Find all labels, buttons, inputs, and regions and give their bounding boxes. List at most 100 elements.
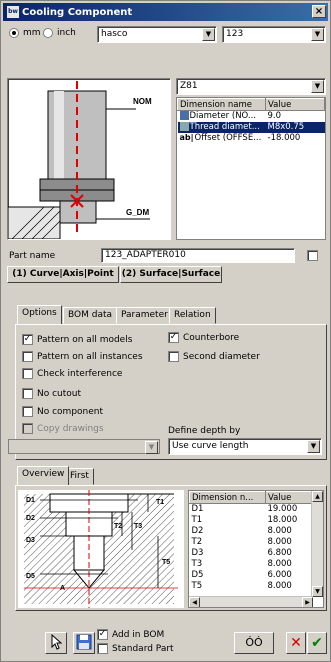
cancel-button[interactable]: ✕ [286, 632, 306, 654]
drawing-label-t1: T1 [156, 499, 164, 506]
dim-value[interactable]: 9.0 [266, 111, 325, 122]
param-name: T1 [191, 515, 203, 525]
horizontal-scrollbar[interactable]: ◀ ▶ [189, 596, 313, 607]
text-icon: ab| [179, 133, 194, 142]
check-interference-label: Check interference [37, 368, 123, 379]
part-name-input[interactable]: 123_ADAPTER010 [101, 248, 295, 263]
table-row[interactable]: T5 8.000 [190, 581, 312, 592]
dimension-row[interactable]: Diameter (NO... 9.0 [178, 111, 325, 122]
chevron-down-icon[interactable]: ▼ [311, 80, 324, 93]
save-button[interactable] [73, 632, 95, 654]
table-row[interactable]: D5 6.000 [190, 570, 312, 581]
chevron-down-icon[interactable]: ▼ [307, 440, 320, 453]
drawing-label-t5: T5 [162, 559, 170, 566]
supplier-value: hasco [101, 29, 128, 39]
add-in-bom-option[interactable]: ✓ Add in BOM [97, 629, 164, 640]
part-name-checkbox[interactable] [307, 250, 318, 261]
pattern-all-instances-checkbox[interactable] [22, 351, 33, 362]
col-value[interactable]: Value [265, 98, 325, 111]
tab-relation[interactable]: Relation [169, 307, 216, 324]
scroll-up-icon[interactable]: ▲ [312, 491, 323, 502]
no-component-checkbox[interactable] [22, 406, 33, 417]
dim-value[interactable]: M8x0.75 [265, 121, 325, 133]
catalog-dropdown[interactable]: 123 ▼ [222, 26, 326, 43]
chevron-down-icon[interactable]: ▼ [145, 441, 158, 454]
param-value[interactable]: 6.000 [266, 570, 312, 581]
add-in-bom-checkbox[interactable]: ✓ [97, 629, 108, 640]
param-value[interactable]: 19.000 [266, 504, 312, 515]
dim-name: Diameter (NO... [189, 111, 257, 122]
part-name-label: Part name [9, 251, 56, 261]
curve-axis-point-button[interactable]: (1) Curve|Axis|Point [7, 266, 119, 283]
no-cutout-checkbox[interactable] [22, 388, 33, 399]
ok-button[interactable]: ✔ [307, 632, 327, 654]
second-diameter-checkbox[interactable] [168, 351, 179, 362]
no-component-label: No component [37, 406, 104, 417]
tab-options[interactable]: Options [17, 305, 62, 324]
unit-mm-radio[interactable] [9, 28, 19, 38]
unit-inch-radio[interactable] [43, 28, 53, 38]
scroll-left-icon[interactable]: ◀ [189, 597, 200, 607]
cooling-adapter-drawing: NOM G_DM [7, 81, 152, 240]
unit-inch-option[interactable]: inch [43, 28, 76, 38]
param-name: T3 [191, 559, 203, 569]
cooling-component-window: bw Cooling Component × mm inch hasco ▼ 1… [0, 0, 331, 662]
col-dimension-name[interactable]: Dimension n... [189, 491, 266, 504]
select-reference-button[interactable] [45, 632, 67, 654]
scroll-right-icon[interactable]: ▶ [302, 597, 313, 607]
param-value[interactable]: 8.000 [266, 581, 312, 592]
unit-mm-option[interactable]: mm [9, 28, 41, 38]
depth-value: Use curve length [172, 441, 249, 451]
supplier-dropdown[interactable]: hasco ▼ [97, 26, 217, 43]
tab-overview[interactable]: Overview [17, 466, 70, 485]
standard-part-label: Standard Part [112, 643, 174, 654]
chevron-down-icon[interactable]: ▼ [202, 28, 215, 41]
param-value[interactable]: 8.000 [266, 537, 312, 548]
technical-drawing: D1 T1 D2 T2 T3 D3 T5 D5 A [18, 490, 184, 608]
col-value[interactable]: Value [265, 491, 312, 504]
param-value[interactable]: 8.000 [266, 526, 312, 537]
check-interference-checkbox[interactable] [22, 368, 33, 379]
no-cutout-label: No cutout [37, 388, 82, 399]
dimension-row[interactable]: ab|Offset (OFFSE... -18.000 [178, 133, 325, 144]
title-bar: bw Cooling Component × [3, 3, 328, 21]
pattern-all-models-checkbox[interactable]: ✓ [22, 334, 33, 345]
close-icon: ✕ [290, 635, 302, 651]
dimension-table[interactable]: Dimension name Value Diameter (NO... 9.0… [176, 97, 326, 240]
dim-value[interactable]: -18.000 [266, 133, 325, 144]
variant-dropdown[interactable]: Z81 ▼ [176, 78, 326, 95]
chevron-down-icon[interactable]: ▼ [311, 28, 324, 41]
surface-surface-button[interactable]: (2) Surface|Surface [120, 266, 222, 283]
standard-part-checkbox[interactable] [97, 643, 108, 654]
dim-name: Offset (OFFSE... [194, 133, 262, 143]
depth-dropdown[interactable]: Use curve length ▼ [168, 438, 322, 455]
table-row[interactable]: D2 8.000 [190, 526, 312, 537]
tab-bom-data[interactable]: BOM data [63, 307, 117, 324]
col-dimension-name[interactable]: Dimension name [177, 98, 266, 111]
counterbore-checkbox[interactable]: ✓ [168, 332, 179, 343]
param-name: D1 [191, 504, 204, 515]
add-in-bom-label: Add in BOM [112, 629, 165, 640]
copy-drawings-checkbox[interactable] [22, 423, 33, 434]
param-value[interactable]: 18.000 [266, 515, 312, 526]
drawing-panel: D1 T1 D2 T2 T3 D3 T5 D5 A Dimension n...… [15, 485, 327, 611]
standard-part-option[interactable]: Standard Part [97, 643, 174, 654]
vertical-scrollbar[interactable]: ▲ ▼ [311, 491, 323, 597]
dimension-row[interactable]: Thread diamet... M8x0.75 [177, 121, 325, 133]
catalog-value: 123 [226, 29, 244, 39]
table-row[interactable]: D3 6.800 [190, 548, 312, 559]
table-row[interactable]: D1 19.000 [190, 504, 312, 515]
drawing-label-d2: D2 [26, 515, 35, 522]
tab-parameter[interactable]: Parameter [116, 307, 173, 324]
close-button[interactable]: × [312, 5, 326, 18]
disabled-dropdown[interactable]: ▼ [8, 439, 160, 454]
scroll-down-icon[interactable]: ▼ [312, 586, 323, 597]
table-row[interactable]: T3 8.000 [190, 559, 312, 570]
parameter-table[interactable]: Dimension n... Value D1 19.000 T1 18.000 D… [188, 490, 324, 608]
drawing-label-a: A [60, 585, 65, 592]
table-row[interactable]: T1 18.000 [190, 515, 312, 526]
table-row[interactable]: T2 8.000 [190, 537, 312, 548]
param-value[interactable]: 6.800 [266, 548, 312, 559]
preview-button[interactable]: ÓÓ [234, 632, 274, 654]
param-value[interactable]: 8.000 [266, 559, 312, 570]
